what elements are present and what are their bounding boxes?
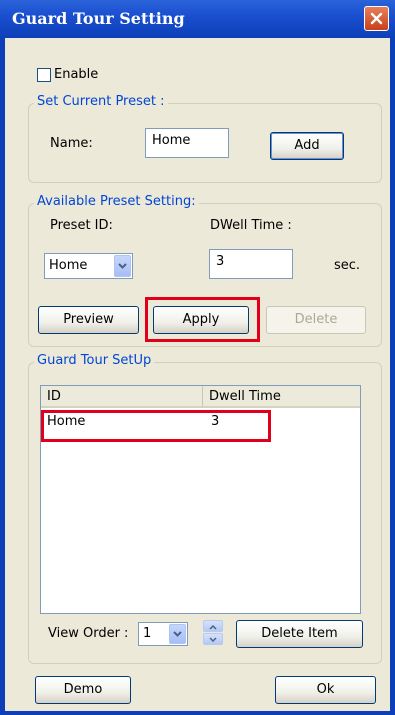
- preview-button[interactable]: Preview: [38, 306, 139, 334]
- dwell-time-label: DWell Time :: [210, 218, 292, 233]
- view-order-value: 1: [143, 626, 152, 641]
- preset-id-select[interactable]: Home: [44, 253, 133, 279]
- window-border-right: [390, 38, 395, 715]
- delete-item-button[interactable]: Delete Item: [236, 620, 363, 648]
- chevron-down-icon: [173, 631, 182, 637]
- preset-name-input[interactable]: Home: [145, 128, 229, 158]
- title-bar: Guard Tour Setting: [0, 0, 395, 38]
- sec-label: sec.: [334, 258, 361, 273]
- view-order-select[interactable]: 1: [138, 622, 188, 646]
- window-border-bottom: [0, 711, 395, 715]
- close-button[interactable]: [364, 6, 389, 31]
- guard-tour-setup-title: Guard Tour SetUp: [34, 353, 155, 368]
- set-current-preset-title: Set Current Preset :: [34, 94, 168, 109]
- chevron-down-icon: [118, 263, 127, 269]
- dwell-time-input[interactable]: 3: [209, 249, 293, 279]
- chevron-up-icon: [209, 624, 217, 630]
- ok-button[interactable]: Ok: [275, 676, 376, 704]
- delete-button: Delete: [266, 306, 366, 334]
- apply-highlight-box: [145, 297, 260, 342]
- preset-id-value: Home: [49, 258, 88, 273]
- view-order-spinner[interactable]: [203, 620, 223, 646]
- guard-tour-setting-window: Guard Tour Setting Enable Set Current Pr…: [0, 0, 395, 715]
- column-header-id[interactable]: ID: [41, 386, 203, 408]
- view-order-label: View Order :: [48, 626, 129, 641]
- name-label: Name:: [50, 136, 93, 151]
- row-highlight-box: [41, 410, 271, 442]
- available-preset-title: Available Preset Setting:: [34, 194, 199, 209]
- dropdown-arrow[interactable]: [114, 255, 131, 277]
- window-title: Guard Tour Setting: [12, 9, 185, 28]
- spin-up-button[interactable]: [203, 620, 223, 632]
- spin-down-button[interactable]: [203, 633, 223, 645]
- enable-label: Enable: [54, 67, 99, 82]
- preset-id-label: Preset ID:: [50, 218, 113, 233]
- demo-button[interactable]: Demo: [35, 676, 131, 704]
- chevron-down-icon: [209, 637, 217, 643]
- dropdown-arrow[interactable]: [169, 624, 186, 644]
- close-icon: [370, 12, 383, 25]
- add-button[interactable]: Add: [270, 132, 344, 160]
- column-header-dwell-time[interactable]: Dwell Time: [203, 386, 360, 408]
- enable-checkbox[interactable]: [37, 68, 51, 82]
- window-border-left: [0, 38, 5, 715]
